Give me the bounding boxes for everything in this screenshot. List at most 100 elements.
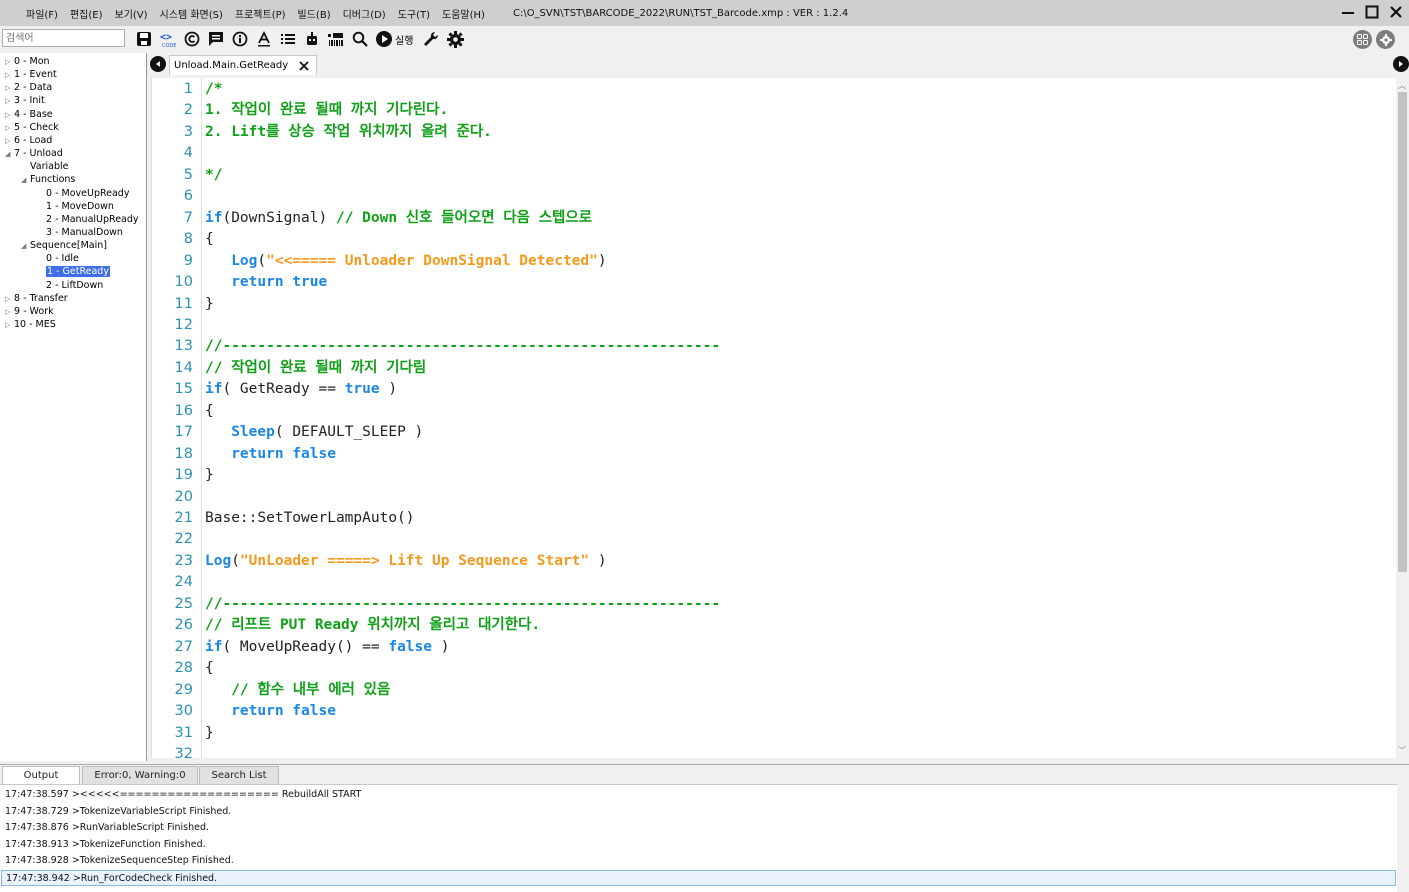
log-line[interactable]: 17:47:38.876 >RunVariableScript Finished… [5,820,209,837]
menu-debug[interactable]: 디버그(D) [337,6,392,21]
tree-item[interactable]: ▷ 2 - Data [5,81,52,94]
copyright-button[interactable] [182,29,201,49]
barcode-button[interactable] [326,29,345,49]
tree-item[interactable]: ▷ 0 - Mon [5,55,50,68]
robot-button[interactable] [302,29,321,49]
menu-help[interactable]: 도움말(H) [436,6,491,21]
expand-icon[interactable]: ▷ [5,306,14,319]
code-line[interactable]: 29 // 함수 내부 에러 있음 [152,680,391,702]
maximize-button[interactable] [1363,2,1381,22]
menu-view[interactable]: 보기(V) [109,6,154,21]
wrench-button[interactable] [422,29,441,49]
code-line[interactable]: 32 [152,744,197,758]
code-line[interactable]: 7 if(DownSignal) // Down 신호 들어오면 다음 스텝으로 [152,208,592,230]
tree-item[interactable]: 0 - Idle [37,252,79,265]
tab-output[interactable]: Output [2,766,80,785]
save-button[interactable] [134,29,153,49]
search-button[interactable] [350,29,369,49]
grid-view-button[interactable] [1353,30,1372,49]
log-line[interactable]: 17:47:38.913 >TokenizeFunction Finished. [5,837,206,854]
code-line[interactable]: 24 [152,572,197,594]
code-line[interactable]: 27 if( MoveUpReady() == false ) [152,637,450,659]
code-line[interactable]: 25 //------------------------------------… [152,594,721,616]
code-line[interactable]: 11} [152,294,214,316]
scroll-down-icon[interactable]: ﹀ [1398,745,1406,756]
tree-item[interactable]: 1 - GetReady [37,265,110,278]
expand-icon[interactable]: ▷ [5,122,14,135]
output-scrollbar[interactable] [1397,785,1409,892]
code-line[interactable]: 31} [152,723,214,745]
expand-icon[interactable]: ▷ [5,82,14,95]
code-line[interactable]: 19} [152,465,214,487]
code-line[interactable]: 28 { [152,658,214,680]
collapse-icon[interactable]: ◢ [21,174,30,187]
run-label[interactable]: 실행 [395,32,413,47]
expand-icon[interactable]: ▷ [5,319,14,332]
menu-project[interactable]: 프로젝트(P) [229,6,292,21]
tree-item[interactable]: ▷ 9 - Work [5,305,54,318]
code-line[interactable]: 15 if( GetReady == true ) [152,379,398,401]
tree-item[interactable]: 2 - ManualUpReady [37,213,139,226]
tree-item[interactable]: ▷ 6 - Load [5,134,52,147]
tree-item[interactable]: ▷ 4 - Base [5,108,53,121]
close-tab-icon[interactable] [298,60,310,72]
settings-button[interactable] [446,29,465,49]
tree-item[interactable]: ◢ Sequence[Main] [21,239,107,252]
tree-item[interactable]: ▷ 8 - Transfer [5,292,68,305]
tab-search-list[interactable]: Search List [199,766,279,785]
code-line[interactable]: 22 [152,529,197,551]
code-line[interactable]: 5 */ [152,165,223,187]
expand-icon[interactable]: ▷ [5,135,14,148]
tab-prev-button[interactable] [150,56,166,72]
code-line[interactable]: 6 [152,186,197,208]
code-line[interactable]: 12 [152,315,197,337]
run-button[interactable] [374,29,393,49]
code-button[interactable]: <> CODE [158,29,177,49]
code-line[interactable]: 30 return false [152,701,336,723]
code-line[interactable]: 8{ [152,229,214,251]
minimize-button[interactable] [1339,2,1357,22]
code-line[interactable]: 13 //------------------------------------… [152,336,721,358]
tab-unload-main-getready[interactable]: Unload.Main.GetReady [169,55,318,75]
tree-item[interactable]: 0 - MoveUpReady [37,187,129,200]
collapse-icon[interactable]: ◢ [5,148,14,161]
code-line[interactable]: 1 /* [152,79,223,101]
code-line[interactable]: 4 [152,143,197,165]
scrollbar-thumb[interactable] [1398,92,1407,572]
code-line[interactable]: 16 { [152,401,214,423]
tree-item[interactable]: ◢ 7 - Unload [5,147,63,160]
editor-scrollbar[interactable]: ︿ ﹀ [1396,78,1409,758]
close-button[interactable] [1387,2,1405,22]
code-line[interactable]: 23 Log("UnLoader =====> Lift Up Sequence … [152,551,607,573]
comment-button[interactable] [206,29,225,49]
tree-item[interactable]: 1 - MoveDown [37,200,114,213]
scroll-up-icon[interactable]: ︿ [1398,80,1406,91]
code-line[interactable]: 2 1. 작업이 완료 될때 까지 기다린다. [152,100,449,122]
expand-icon[interactable]: ▷ [5,109,14,122]
tree-item[interactable]: ▷ 1 - Event [5,68,57,81]
info-button[interactable] [230,29,249,49]
menu-edit[interactable]: 편집(E) [64,6,109,21]
expand-icon[interactable]: ▷ [5,69,14,82]
tree-item[interactable]: ▷ 5 - Check [5,121,59,134]
options-button[interactable] [1376,30,1395,49]
code-line[interactable]: 9 Log("<<===== Unloader DownSignal Detec… [152,251,607,273]
menu-file[interactable]: 파일(F) [20,6,64,21]
code-line[interactable]: 18 return false [152,444,336,466]
log-line[interactable]: 17:47:38.729 >TokenizeVariableScript Fin… [5,804,231,821]
log-line[interactable]: 17:47:38.942 >Run_ForCodeCheck Finished. [1,869,1396,886]
expand-icon[interactable]: ▷ [5,56,14,69]
collapse-icon[interactable]: ◢ [21,240,30,253]
menu-build[interactable]: 빌드(B) [292,6,337,21]
expand-icon[interactable]: ▷ [5,293,14,306]
code-line[interactable]: 10 return true [152,272,328,294]
tree-item[interactable]: Variable [21,160,68,173]
code-line[interactable]: 20 [152,487,197,509]
text-button[interactable] [254,29,273,49]
log-line[interactable]: 17:47:38.597 ><<<<<==================== … [5,787,361,804]
tree-item[interactable]: ▷ 3 - Init [5,94,45,107]
code-line[interactable]: 17 Sleep( DEFAULT_SLEEP ) [152,422,424,444]
code-line[interactable]: 3 2. Lift를 상승 작업 위치까지 올려 준다. [152,122,492,144]
expand-icon[interactable]: ▷ [5,95,14,108]
tree-item[interactable]: ▷ 10 - MES [5,318,56,331]
